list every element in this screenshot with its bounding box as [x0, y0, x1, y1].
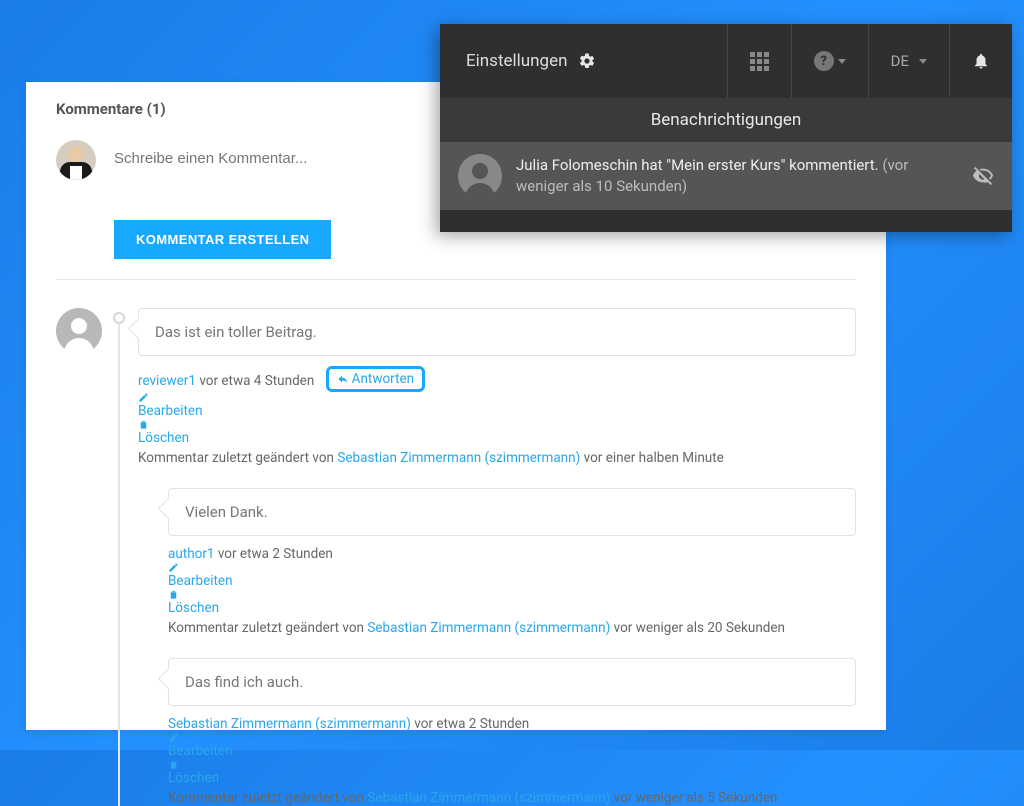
reply-body: Das find ich auch.: [168, 658, 856, 706]
current-user-avatar: [56, 140, 96, 180]
thread-dot: [113, 312, 125, 324]
delete-button[interactable]: Löschen: [168, 600, 219, 616]
reply-time: vor etwa 2 Stunden: [218, 546, 333, 562]
delete-button[interactable]: Löschen: [138, 430, 189, 446]
reply-meta: Sebastian Zimmermann (szimmermann) vor e…: [168, 716, 856, 786]
edit-icon: [138, 392, 149, 403]
reply-item: Vielen Dank. author1 vor etwa 2 Stunden …: [168, 488, 856, 636]
notification-avatar: [458, 154, 502, 198]
edited-by-link[interactable]: Sebastian Zimmermann (szimmermann): [337, 450, 580, 466]
gear-icon: [578, 52, 596, 70]
reply-item: Das find ich auch. Sebastian Zimmermann …: [168, 658, 856, 806]
reply-time: vor etwa 2 Stunden: [414, 716, 529, 732]
edit-icon: [168, 732, 179, 743]
reply-body: Vielen Dank.: [168, 488, 856, 536]
comment-time: vor etwa 4 Stunden: [199, 373, 314, 389]
delete-icon: [138, 419, 149, 430]
delete-button[interactable]: Löschen: [168, 770, 219, 786]
edited-by-link[interactable]: Sebastian Zimmermann (szimmermann): [367, 790, 610, 806]
reply-edited-info: Kommentar zuletzt geändert von Sebastian…: [168, 790, 856, 806]
language-menu[interactable]: DE: [868, 24, 949, 98]
chevron-down-icon: [919, 59, 927, 64]
reply-author-link[interactable]: Sebastian Zimmermann (szimmermann): [168, 716, 411, 732]
delete-icon: [168, 589, 179, 600]
submit-comment-button[interactable]: KOMMENTAR ERSTELLEN: [114, 220, 331, 259]
thread-line: [118, 316, 120, 806]
edited-by-link[interactable]: Sebastian Zimmermann (szimmermann): [367, 620, 610, 636]
eye-off-icon[interactable]: [972, 165, 994, 187]
notification-item[interactable]: Julia Folomeschin hat "Mein erster Kurs"…: [440, 142, 1012, 210]
chevron-down-icon: [838, 59, 846, 64]
delete-icon: [168, 759, 179, 770]
edit-button[interactable]: Bearbeiten: [168, 743, 233, 759]
comment-edited-info: Kommentar zuletzt geändert von Sebastian…: [138, 450, 856, 466]
notification-text: Julia Folomeschin hat "Mein erster Kurs"…: [516, 155, 958, 197]
reply-button[interactable]: Antworten: [352, 371, 414, 387]
notifications-heading: Benachrichtigungen: [440, 98, 1012, 142]
reply-meta: author1 vor etwa 2 Stunden Bearbeiten Lö…: [168, 546, 856, 616]
header-row: Einstellungen ? DE: [440, 24, 1012, 98]
comment-body: Das ist ein toller Beitrag.: [138, 308, 856, 356]
header-overlay: Einstellungen ? DE Benachrichtigungen Ju…: [440, 24, 1012, 232]
notifications-button[interactable]: [949, 24, 1012, 98]
edit-button[interactable]: Bearbeiten: [168, 573, 233, 589]
reply-edited-info: Kommentar zuletzt geändert von Sebastian…: [168, 620, 856, 636]
reply-author-link[interactable]: author1: [168, 546, 215, 562]
help-menu[interactable]: ?: [791, 24, 868, 98]
edit-button[interactable]: Bearbeiten: [138, 403, 203, 419]
commenter-avatar: [56, 308, 102, 354]
reply-action-highlight: Antworten: [326, 366, 425, 392]
apps-icon: [750, 52, 769, 71]
reply-icon: [337, 373, 349, 385]
comment-meta: reviewer1 vor etwa 4 Stunden Antworten B…: [138, 366, 856, 446]
apps-menu[interactable]: [727, 24, 791, 98]
help-icon: ?: [814, 51, 834, 71]
comment-thread: Das ist ein toller Beitrag. reviewer1 vo…: [56, 308, 856, 806]
settings-menu[interactable]: Einstellungen: [440, 24, 727, 98]
edit-icon: [168, 562, 179, 573]
comment-author-link[interactable]: reviewer1: [138, 373, 196, 389]
bell-icon: [972, 52, 990, 70]
divider: [56, 279, 856, 280]
